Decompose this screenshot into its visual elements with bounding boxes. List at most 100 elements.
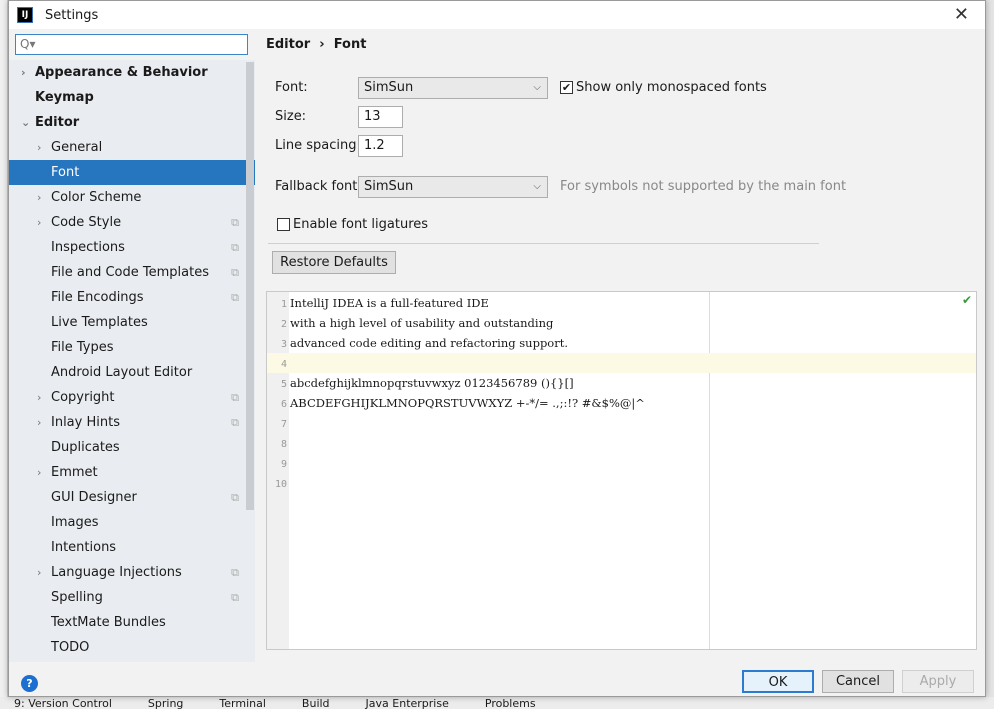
line-number: 5 (280, 379, 287, 390)
sidebar-item-color-scheme[interactable]: › Color Scheme (9, 185, 255, 210)
line-number: 9 (280, 459, 287, 470)
sidebar-item-intentions[interactable]: Intentions (9, 535, 255, 560)
preview-line: 8 (267, 433, 976, 453)
fallback-hint: For symbols not supported by the main fo… (560, 179, 847, 194)
sidebar-item-label: Images (51, 515, 99, 530)
sidebar-item-label: Appearance & Behavior (35, 65, 208, 80)
preview-line: 5 abcdefghijklmnopqrstuvwxyz 0123456789 (… (267, 373, 976, 393)
ligatures-checkbox[interactable] (277, 218, 290, 231)
chevron-right-icon[interactable]: › (37, 185, 41, 210)
tool-window-tab[interactable]: Problems (471, 697, 536, 709)
chevron-right-icon[interactable]: › (21, 60, 26, 85)
sidebar-item-label: Copyright (51, 390, 115, 405)
sidebar-item-label: Inspections (51, 240, 125, 255)
sidebar-item-file-encodings[interactable]: File Encodings ⧉ (9, 285, 255, 310)
sidebar-item-keymap[interactable]: Keymap (9, 85, 255, 110)
sidebar-item-android-layout-editor[interactable]: Android Layout Editor (9, 360, 255, 385)
sidebar-item-code-style[interactable]: › Code Style ⧉ (9, 210, 255, 235)
sidebar-item-spelling[interactable]: Spelling ⧉ (9, 585, 255, 610)
chevron-down-icon[interactable]: ⌄ (21, 110, 30, 135)
preview-line: 9 (267, 453, 976, 473)
apply-button[interactable]: Apply (902, 670, 974, 693)
ok-button[interactable]: OK (742, 670, 814, 693)
chevron-right-icon[interactable]: › (37, 560, 41, 585)
search-icon: Q▾ (20, 37, 36, 51)
breadcrumb-parent[interactable]: Editor (266, 37, 310, 52)
sidebar-item-inspections[interactable]: Inspections ⧉ (9, 235, 255, 260)
window-title: Settings (45, 7, 99, 23)
sidebar-item-editor[interactable]: ⌄ Editor (9, 110, 255, 135)
cancel-button[interactable]: Cancel (822, 670, 894, 693)
sidebar-scrollbar[interactable] (246, 62, 254, 510)
sidebar-item-duplicates[interactable]: Duplicates (9, 435, 255, 460)
size-input[interactable]: 13 (358, 106, 403, 128)
font-select[interactable]: SimSun ⌵ (358, 77, 548, 99)
sidebar-item-file-and-code-templates[interactable]: File and Code Templates ⧉ (9, 260, 255, 285)
chevron-right-icon[interactable]: › (37, 410, 41, 435)
project-scope-icon: ⧉ (231, 491, 239, 504)
sidebar-item-font[interactable]: Font (9, 160, 255, 185)
sidebar-item-label: Inlay Hints (51, 415, 120, 430)
project-scope-icon: ⧉ (231, 216, 239, 229)
sidebar-item-live-templates[interactable]: Live Templates (9, 310, 255, 335)
tool-window-tab[interactable]: Spring (134, 697, 184, 709)
close-icon[interactable]: ✕ (954, 4, 969, 25)
tool-window-tab[interactable]: Terminal (205, 697, 266, 709)
sidebar-item-label: Live Templates (51, 315, 148, 330)
chevron-down-icon: ⌵ (533, 181, 541, 192)
sidebar-item-emmet[interactable]: › Emmet (9, 460, 255, 485)
preview-text: IntelliJ IDEA is a full-featured IDE (290, 296, 489, 310)
sidebar-item-textmate-bundles[interactable]: TextMate Bundles (9, 610, 255, 635)
settings-search-input[interactable]: Q▾ (15, 34, 248, 55)
sidebar-item-copyright[interactable]: › Copyright ⧉ (9, 385, 255, 410)
sidebar-item-label: GUI Designer (51, 490, 137, 505)
sidebar-item-label: Keymap (35, 90, 94, 105)
tool-window-tab[interactable]: 9: Version Control (0, 697, 112, 709)
monospaced-checkbox[interactable]: ✔ (560, 81, 573, 94)
sidebar-item-language-injections[interactable]: › Language Injections ⧉ (9, 560, 255, 585)
sidebar-item-label: Language Injections (51, 565, 182, 580)
sidebar-item-label: TextMate Bundles (51, 615, 166, 630)
restore-defaults-button[interactable]: Restore Defaults (272, 251, 396, 274)
tool-window-tab[interactable]: Java Enterprise (352, 697, 449, 709)
chevron-right-icon[interactable]: › (37, 385, 41, 410)
help-icon[interactable]: ? (21, 675, 38, 692)
chevron-right-icon[interactable]: › (37, 210, 41, 235)
project-scope-icon: ⧉ (231, 266, 239, 279)
sidebar-item-label: Color Scheme (51, 190, 142, 205)
sidebar-item-label: Code Style (51, 215, 122, 230)
preview-line: 6 ABCDEFGHIJKLMNOPQRSTUVWXYZ +-*/= .,;:!?… (267, 393, 976, 413)
intellij-logo-icon: IJ (17, 7, 33, 23)
project-scope-icon: ⧉ (231, 566, 239, 579)
sidebar-item-label: Intentions (51, 540, 117, 555)
line-number: 2 (280, 319, 287, 330)
preview-text: with a high level of usability and outst… (290, 316, 554, 330)
sidebar-item-general[interactable]: › General (9, 135, 255, 160)
font-preview-editor[interactable]: 1 IntelliJ IDEA is a full-featured IDE 2 wi… (266, 291, 977, 650)
sidebar-item-file-types[interactable]: File Types (9, 335, 255, 360)
ide-background (0, 0, 8, 709)
size-label: Size: (275, 109, 307, 124)
chevron-right-icon[interactable]: › (37, 135, 41, 160)
chevron-down-icon: ⌵ (533, 82, 541, 93)
sidebar-item-appearance-behavior[interactable]: › Appearance & Behavior (9, 60, 255, 85)
preview-line: 1 IntelliJ IDEA is a full-featured IDE (267, 293, 976, 313)
sidebar-item-todo[interactable]: TODO (9, 635, 255, 660)
preview-text: abcdefghijklmnopqrstuvwxyz 0123456789 ()… (290, 376, 574, 390)
preview-text: ABCDEFGHIJKLMNOPQRSTUVWXYZ +-*/= .,;:!? … (290, 396, 645, 410)
ligatures-label: Enable font ligatures (293, 217, 429, 232)
sidebar-item-label: Emmet (51, 465, 98, 480)
sidebar-item-gui-designer[interactable]: GUI Designer ⧉ (9, 485, 255, 510)
fallback-font-select[interactable]: SimSun ⌵ (358, 176, 548, 198)
breadcrumb: Editor › Font (266, 37, 366, 52)
font-value: SimSun (364, 80, 414, 95)
line-number: 1 (280, 299, 287, 310)
chevron-right-icon[interactable]: › (37, 460, 41, 485)
preview-line: 3 advanced code editing and refactoring s… (267, 333, 976, 353)
tool-window-tab[interactable]: Build (288, 697, 330, 709)
sidebar-item-images[interactable]: Images (9, 510, 255, 535)
sidebar-item-label: TODO (51, 640, 90, 655)
preview-text: advanced code editing and refactoring su… (290, 336, 569, 350)
line-spacing-input[interactable]: 1.2 (358, 135, 403, 157)
sidebar-item-inlay-hints[interactable]: › Inlay Hints ⧉ (9, 410, 255, 435)
